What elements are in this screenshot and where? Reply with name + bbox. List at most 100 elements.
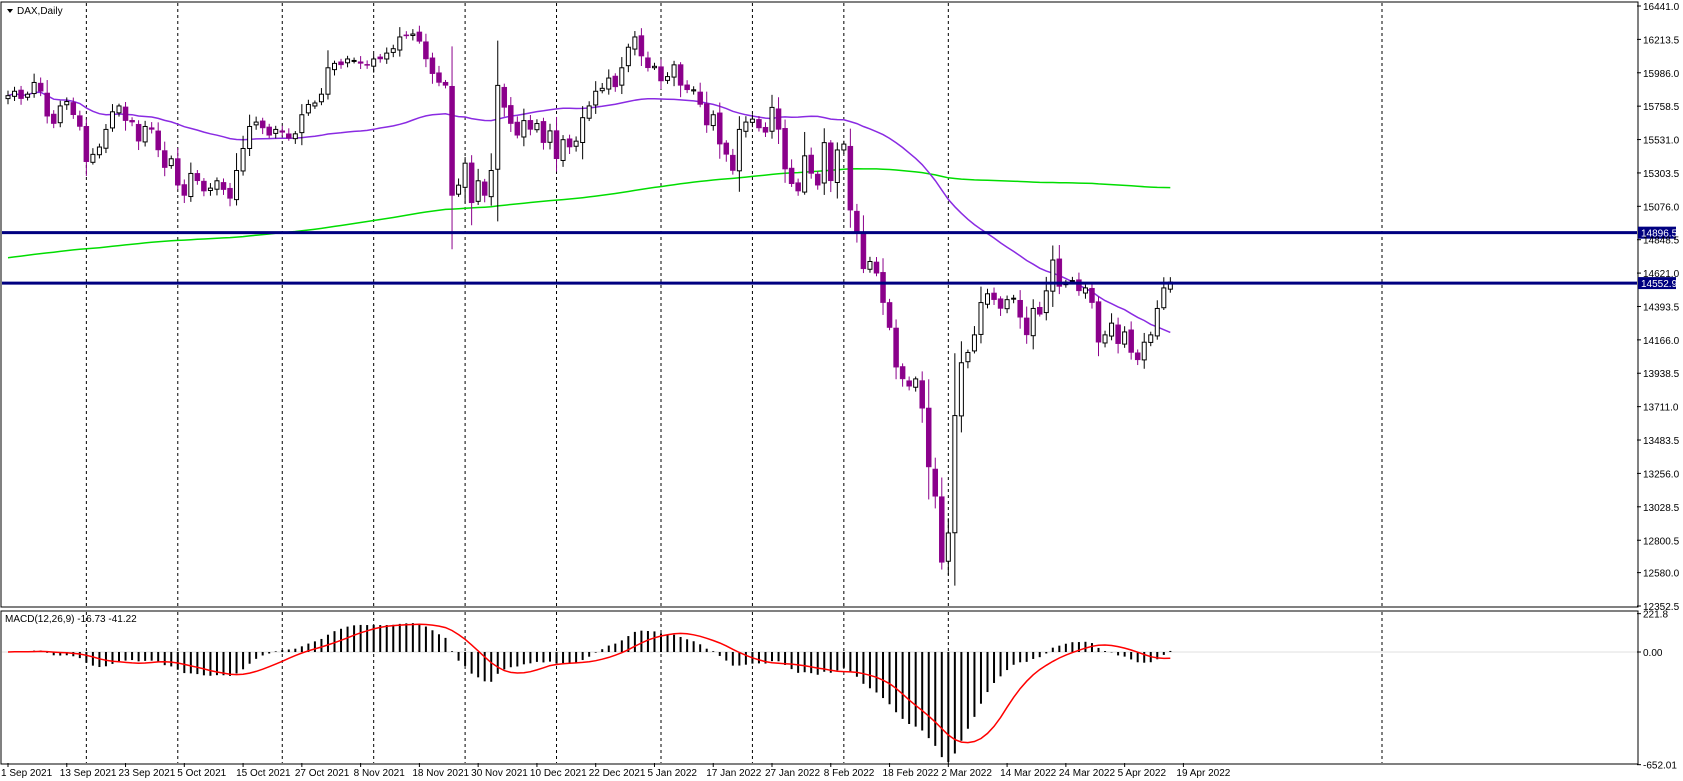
candle-body-bearish bbox=[501, 86, 508, 108]
price-axis-label: 13256.0 bbox=[1643, 469, 1680, 480]
date-axis-label: 19 Apr 2022 bbox=[1176, 768, 1230, 779]
candle-body-bullish bbox=[671, 64, 677, 78]
candle-body-bullish bbox=[1069, 280, 1075, 283]
candle-body-bullish bbox=[351, 59, 357, 62]
candle-body-bearish bbox=[553, 130, 560, 160]
candle-body-bullish bbox=[1011, 297, 1017, 300]
candle-body-bullish bbox=[560, 139, 566, 161]
candle-body-bearish bbox=[429, 57, 436, 74]
candle-body-bearish bbox=[266, 126, 272, 136]
candle-body-bearish bbox=[181, 184, 188, 196]
candle-body-bearish bbox=[377, 56, 383, 60]
macd-axis-label: 0.00 bbox=[1643, 648, 1663, 659]
candle-body-bearish bbox=[612, 75, 619, 88]
candle-body-bearish bbox=[364, 64, 370, 66]
candle-body-bullish bbox=[1043, 290, 1049, 314]
candle-body-bullish bbox=[240, 147, 246, 172]
candle-body-bearish bbox=[423, 41, 429, 60]
candle-body-bearish bbox=[449, 85, 455, 196]
candle-body-bullish bbox=[273, 128, 279, 134]
candle-body-bearish bbox=[997, 298, 1004, 309]
candle-body-bearish bbox=[906, 380, 912, 387]
price-axis-label: 15986.0 bbox=[1643, 69, 1680, 80]
candle-body-bearish bbox=[259, 120, 266, 129]
candle-body-bullish bbox=[234, 170, 240, 201]
candle-body-bearish bbox=[481, 181, 488, 196]
candle-body-bearish bbox=[83, 126, 90, 162]
candle-body-bearish bbox=[991, 292, 997, 300]
candle-body-bullish bbox=[821, 142, 827, 184]
candle-body-bullish bbox=[25, 93, 31, 98]
candle-body-bearish bbox=[1076, 279, 1082, 292]
candle-body-bearish bbox=[1115, 324, 1121, 344]
candle-body-bullish bbox=[247, 125, 253, 149]
candle-body-bullish bbox=[534, 123, 540, 131]
candle-body-bearish bbox=[893, 327, 899, 368]
chart-root: 14896.5 14552.9 16441.0 16213.5 15986.0 15758… bbox=[0, 0, 1683, 781]
price-axis-label: 13483.5 bbox=[1643, 436, 1680, 447]
price-axis-label: 14848.5 bbox=[1643, 236, 1680, 247]
candle-body-bullish bbox=[57, 105, 63, 124]
price-axis-label: 14393.5 bbox=[1643, 302, 1680, 313]
candle-body-bullish bbox=[1082, 287, 1088, 294]
candle-body-bearish bbox=[756, 119, 762, 129]
candle-body-bullish bbox=[90, 153, 96, 163]
candle-body-bullish bbox=[462, 162, 468, 188]
date-axis-label: 18 Feb 2022 bbox=[883, 768, 940, 779]
candle-body-bearish bbox=[723, 142, 730, 155]
candle-body-bearish bbox=[50, 113, 57, 124]
candle-body-bullish bbox=[958, 362, 964, 417]
candle-body-bearish bbox=[1017, 299, 1023, 318]
price-axis-label: 14621.0 bbox=[1643, 269, 1680, 280]
candle-body-bullish bbox=[1109, 322, 1115, 337]
candle-body-bearish bbox=[122, 106, 129, 121]
candle-body-bullish bbox=[5, 95, 11, 100]
candle-body-bearish bbox=[148, 127, 155, 130]
candle-body-bullish bbox=[952, 415, 958, 534]
candle-body-bullish bbox=[841, 143, 847, 151]
candle-body-bearish bbox=[514, 121, 521, 136]
candle-body-bearish bbox=[730, 154, 736, 171]
date-axis-label: 27 Jan 2022 bbox=[765, 768, 820, 779]
candle-body-bullish bbox=[1004, 299, 1010, 310]
level-price-tag-label: 14552.9 bbox=[1641, 279, 1678, 290]
candle-body-bullish bbox=[749, 118, 755, 123]
candle-body-bearish bbox=[155, 130, 161, 151]
candle-body-bullish bbox=[475, 180, 481, 202]
candle-body-bullish bbox=[802, 155, 808, 193]
candle-body-bearish bbox=[1089, 287, 1095, 303]
candle-body-bullish bbox=[606, 77, 612, 90]
candle-body-bearish bbox=[860, 232, 867, 270]
candle-body-bearish bbox=[201, 180, 207, 192]
date-axis-label: 27 Oct 2021 bbox=[295, 768, 350, 779]
candle-body-bullish bbox=[214, 180, 220, 190]
date-axis-label: 22 Dec 2021 bbox=[589, 768, 646, 779]
date-axis-label: 17 Jan 2022 bbox=[706, 768, 761, 779]
candle-body-bullish bbox=[521, 120, 527, 138]
candle-body-bullish bbox=[743, 121, 749, 132]
price-axis-label: 16213.5 bbox=[1643, 35, 1680, 46]
date-axis-label: 24 Mar 2022 bbox=[1059, 768, 1116, 779]
candle-body-bullish bbox=[1148, 334, 1154, 343]
candle-body-bullish bbox=[332, 62, 337, 71]
candle-body-bearish bbox=[899, 366, 906, 380]
candle-body-bullish bbox=[867, 260, 873, 270]
candle-body-bearish bbox=[886, 302, 893, 328]
candle-body-bearish bbox=[1128, 329, 1134, 353]
candle-body-bearish bbox=[175, 158, 181, 186]
candle-body-bullish bbox=[1154, 307, 1160, 337]
candle-body-bearish bbox=[161, 150, 168, 168]
candle-body-bearish bbox=[135, 123, 142, 142]
macd-label: MACD(12,26,9) -16.73 -41.22 bbox=[5, 614, 137, 625]
date-axis-label: 1 Sep 2021 bbox=[1, 768, 53, 779]
candle-body-bullish bbox=[1122, 331, 1128, 345]
candle-body-bullish bbox=[495, 84, 501, 170]
candle-body-bullish bbox=[103, 128, 109, 149]
candle-body-bearish bbox=[762, 126, 769, 133]
candle-body-bearish bbox=[638, 35, 645, 57]
macd-axis-label: 221.8 bbox=[1643, 610, 1668, 621]
candle-body-bearish bbox=[939, 496, 945, 563]
candle-body-bullish bbox=[971, 334, 977, 352]
candle-body-bearish bbox=[44, 92, 50, 117]
candle-body-bearish bbox=[697, 91, 703, 105]
